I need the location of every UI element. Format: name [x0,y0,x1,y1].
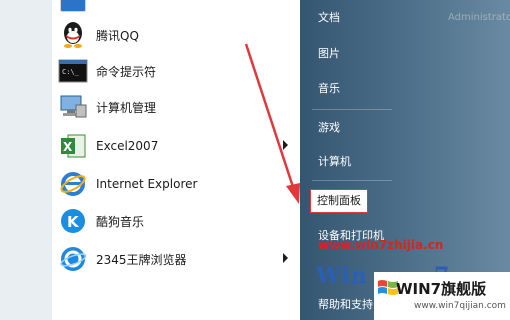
menu-item-control-panel[interactable]: 控制面板 [310,189,368,213]
menu-item-music[interactable]: 音乐 [318,79,340,99]
computer-management-icon [58,92,88,122]
program-label: 2345王牌浏览器 [96,252,187,267]
menu-separator [312,109,392,110]
program-label: 腾讯QQ [96,28,139,43]
menu-item-computer[interactable]: 计算机 [318,152,351,172]
excel-icon: X [58,131,88,161]
submenu-arrow-icon[interactable] [283,140,288,150]
menu-item-documents[interactable]: 文档 [318,8,340,28]
submenu-arrow-icon[interactable] [283,253,288,263]
watermark-badge-url: www.win7qijian.com [414,301,506,311]
menu-item-help-support[interactable]: 帮助和支持 [318,296,373,312]
program-item-excel[interactable]: X Excel2007 [58,129,294,163]
program-label: 命令提示符 [96,64,157,79]
program-item-computer-management[interactable]: 计算机管理 [58,90,294,124]
program-label: Internet Explorer [96,177,198,191]
username-ghost-text: Administrator [448,12,510,23]
kugou-icon: K [58,206,88,236]
command-prompt-icon: C:\_ [58,56,88,86]
program-label: 酷狗音乐 [96,214,145,229]
program-label: Excel2007 [96,139,159,153]
program-item-2345-browser[interactable]: 2345王牌浏览器 [58,242,294,276]
svg-text:C:\_: C:\_ [62,68,80,76]
svg-text:Win: Win [316,263,368,288]
svg-text:K: K [67,213,80,231]
program-item-internet-explorer[interactable]: Internet Explorer [58,167,294,201]
background-window [0,0,52,320]
program-item-command-prompt[interactable]: C:\_ 命令提示符 [58,54,294,88]
menu-item-games[interactable]: 游戏 [318,118,340,138]
svg-text:X: X [63,140,73,154]
internet-explorer-icon [58,169,88,199]
watermark-badge-title: WIN7旗舰版 [396,280,487,298]
pinned-app-icon-top[interactable] [60,0,86,12]
program-item-kugou[interactable]: K 酷狗音乐 [58,204,294,238]
qq-icon [58,20,88,50]
program-label: 计算机管理 [96,100,157,115]
menu-item-pictures[interactable]: 图片 [318,44,340,64]
programs-panel: 腾讯QQ C:\_ 命令提示符 计算机管理 X Excel2007 Intern… [52,0,300,320]
program-item-qq[interactable]: 腾讯QQ [58,18,294,52]
browser-2345-icon [58,244,88,274]
watermark-url: www.win7zhijia.cn [318,238,444,252]
menu-separator [312,180,392,181]
